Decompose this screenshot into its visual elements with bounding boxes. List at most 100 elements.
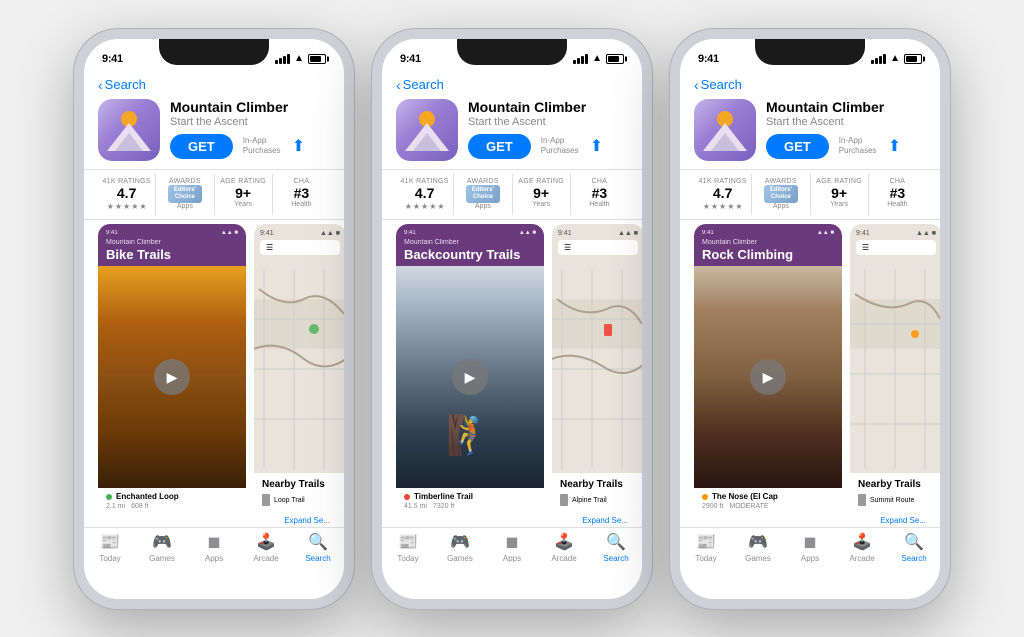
trail-stats-2: 41.5 mi 7320 ft [404,503,536,510]
stars-3: ★★★★★ [703,202,743,211]
get-button-3[interactable]: GET [766,134,829,159]
get-button-2[interactable]: GET [468,134,531,159]
play-button-3[interactable]: ▶ [750,359,786,395]
ss-mini-status-3: 9:41▲▲ ■ [702,230,834,236]
screenshot-secondary-3: 9:41▲▲ ■ ☰ Nearby Trails [850,224,940,514]
phones-container: 9:41 ▲ ‹ Search [54,9,970,629]
vol-up-btn-1 [74,139,76,165]
arcade-icon-3: 🕹️ [852,532,872,552]
tab-games-label-1: Games [149,554,175,563]
app-action-row-1: GET In-App Purchases ⬆ [170,134,330,159]
phone-1: 9:41 ▲ ‹ Search [74,29,354,609]
stars-1: ★ ★ ★ ★ ★ [107,202,147,211]
signal-icon-1 [275,54,290,64]
tab-arcade-label-1: Arcade [253,554,278,563]
app-title-block-2: Mountain Climber Start the Ascent GET In… [468,99,628,159]
star-2: ★ [115,202,122,211]
play-button-1[interactable]: ▶ [154,359,190,395]
notch-2 [457,39,567,65]
status-icons-2: ▲ [573,53,624,64]
tab-games-2[interactable]: 🎮 Games [434,532,486,563]
share-icon-1[interactable]: ⬆ [292,136,305,156]
tab-arcade-3[interactable]: 🕹️ Arcade [836,532,888,563]
tab-games-3[interactable]: 🎮 Games [732,532,784,563]
trail-dot-2 [404,494,410,500]
tab-apps-3[interactable]: ◼ Apps [784,532,836,563]
tab-apps-2[interactable]: ◼ Apps [486,532,538,563]
app-name-2: Mountain Climber [468,99,628,115]
nearby-name-1: Loop Trail [274,497,305,504]
status-icons-3: ▲ [871,53,922,64]
search-icon-1: 🔍 [308,532,328,552]
tab-search-3[interactable]: 🔍 Search [888,532,940,563]
star-5: ★ [139,202,146,211]
ss-image-3: ▶ [694,266,842,488]
ss-trail-info-1: Enchanted Loop 2.1 mi 608 ft [98,488,246,514]
tab-search-1[interactable]: 🔍 Search [292,532,344,563]
phone-frame-2: 9:41 ▲ ‹ Search [372,29,652,609]
signal-icon-2 [573,54,588,64]
mountain-shape-3 [703,123,747,151]
ss-map-2: 9:41▲▲ ■ ☰ Nearby Trails [552,224,642,514]
tab-today-1[interactable]: 📰 Today [84,532,136,563]
expand-row-3[interactable]: Expand Se... [680,514,940,527]
editors-badge-1: Editors' Choice [168,185,202,203]
menu-icon-1: ☰ [266,243,273,252]
ss-title-2: Backcountry Trails [404,247,536,262]
app-name-3: Mountain Climber [766,99,926,115]
nearby-title-1: Nearby Trails [262,479,338,490]
power-btn-1 [352,159,354,199]
age-cell-1: AGE RATING 9+ Years [215,174,273,216]
back-search-2[interactable]: ‹ Search [396,77,628,93]
play-button-2[interactable]: ▶ [452,359,488,395]
app-subtitle-3: Start the Ascent [766,116,926,128]
get-button-1[interactable]: GET [170,134,233,159]
screenshot-main-3: 9:41▲▲ ■ Mountain Climber Rock Climbing … [694,224,842,514]
battery-icon-1 [308,54,326,64]
nearby-item-1: Loop Trail [262,494,338,506]
vol-up-btn-3 [670,139,672,165]
ratings-row-3: 41K RATINGS 4.7 ★★★★★ AWARDS Editors' Ch… [680,169,940,221]
screenshot-row-1: 9:41 ▲▲ ■ Mountain Climber Bike Trails ▶ [98,224,330,514]
back-label-1: Search [105,77,146,92]
tab-today-2[interactable]: 📰 Today [382,532,434,563]
app-icon-mountain-2 [405,123,449,151]
tab-apps-label-1: Apps [205,554,223,563]
expand-row-2[interactable]: Expand Se... [382,514,642,527]
trail-name-3: The Nose (El Cap [712,492,778,501]
battery-icon-3 [904,54,922,64]
tab-arcade-2[interactable]: 🕹️ Arcade [538,532,590,563]
screenshot-row-3: 9:41▲▲ ■ Mountain Climber Rock Climbing … [694,224,926,514]
app-info-row-2: Mountain Climber Start the Ascent GET In… [396,99,628,161]
arcade-icon-2: 🕹️ [554,532,574,552]
back-chevron-1: ‹ [98,77,103,93]
expand-row-1[interactable]: Expand Se... [84,514,344,527]
stars-2: ★★★★★ [405,202,445,211]
app-info-row-3: Mountain Climber Start the Ascent GET In… [694,99,926,161]
vol-down-btn-1 [74,173,76,199]
apps-icon-1: ◼ [207,532,220,552]
trail-dist-1: 2.1 mi [106,503,125,510]
tab-arcade-1[interactable]: 🕹️ Arcade [240,532,292,563]
app-action-row-3: GET In-App Purchases ⬆ [766,134,926,159]
trail-name-row-2: Timberline Trail [404,492,536,501]
trail-name-row-1: Enchanted Loop [106,492,238,501]
wifi-icon-3: ▲ [890,53,900,64]
back-label-3: Search [701,77,742,92]
back-search-3[interactable]: ‹ Search [694,77,926,93]
share-icon-2[interactable]: ⬆ [590,136,603,156]
awards-label-1: AWARDS [169,178,201,185]
trail-dot-1 [106,494,112,500]
tab-apps-1[interactable]: ◼ Apps [188,532,240,563]
rating-value-2: 4.7 [415,185,434,202]
age-cell-2: AGE RATING 9+ Years [513,174,571,216]
chart-cell-1: CHA #3 Health [273,174,330,216]
in-app-text-2: In-App Purchases [541,136,576,155]
tab-games-1[interactable]: 🎮 Games [136,532,188,563]
tab-search-2[interactable]: 🔍 Search [590,532,642,563]
share-icon-3[interactable]: ⬆ [888,136,901,156]
in-app-text-1: In-App Purchases [243,136,278,155]
back-search-1[interactable]: ‹ Search [98,77,330,93]
tab-today-3[interactable]: 📰 Today [680,532,732,563]
rating-cell-3: 41K RATINGS 4.7 ★★★★★ [694,174,752,216]
